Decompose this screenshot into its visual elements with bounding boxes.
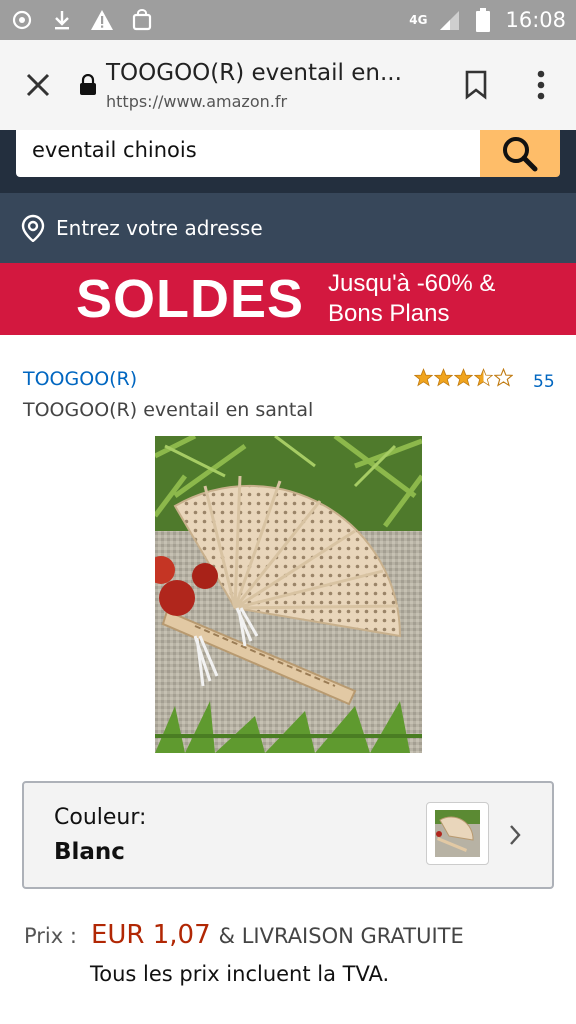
shopping-bag-icon: [130, 8, 154, 32]
bookmark-button[interactable]: [446, 40, 506, 130]
vat-note: Tous les prix incluent la TVA.: [90, 962, 390, 986]
page-url: https://www.amazon.fr: [106, 91, 288, 111]
star-full-icon: [414, 368, 433, 387]
brand-link[interactable]: TOOGOO(R): [23, 368, 137, 390]
browser-toolbar: TOOGOO(R) eventail en... https://www.ama…: [0, 40, 576, 130]
star-half-icon: [474, 368, 493, 387]
page-title: TOOGOO(R) eventail en...: [106, 59, 402, 86]
star-full-icon: [434, 368, 453, 387]
price-row: Prix : EUR 1,07 & LIVRAISON GRATUITE: [24, 920, 464, 950]
network-type: 4G: [409, 12, 428, 27]
banner-subtext: Jusqu'à -60% & Bons Plans: [328, 269, 495, 329]
warning-icon: [90, 8, 114, 32]
sales-banner[interactable]: SOLDES Jusqu'à -60% & Bons Plans: [0, 263, 576, 335]
banner-line-1: Jusqu'à -60% &: [328, 270, 496, 297]
location-pin-icon: [20, 214, 46, 242]
url-block[interactable]: TOOGOO(R) eventail en... https://www.ama…: [104, 60, 446, 111]
star-rating[interactable]: [414, 368, 513, 387]
address-label: Entrez votre adresse: [56, 216, 263, 240]
clock: 16:08: [505, 8, 566, 32]
color-swatch-thumbnail[interactable]: [426, 802, 489, 865]
lock-icon: [76, 40, 100, 130]
color-value: Blanc: [54, 839, 125, 865]
product-title: TOOGOO(R) eventail en santal: [23, 399, 314, 421]
free-shipping-label: & LIVRAISON GRATUITE: [218, 924, 464, 948]
status-bar: 4G 16:08: [0, 0, 576, 40]
review-count[interactable]: 55: [533, 372, 555, 392]
price-label: Prix :: [24, 924, 77, 948]
bookmark-icon: [465, 70, 487, 100]
sync-icon: [10, 8, 34, 32]
download-icon: [50, 8, 74, 32]
more-vert-icon: [537, 70, 545, 100]
color-label: Couleur:: [54, 805, 147, 830]
search-area: eventail chinois: [0, 130, 576, 193]
close-icon: [26, 73, 50, 97]
search-button[interactable]: [480, 130, 560, 177]
price-value: EUR 1,07: [90, 920, 211, 950]
banner-line-2: Bons Plans: [328, 300, 450, 327]
product-image[interactable]: [155, 436, 422, 753]
banner-headline: SOLDES: [76, 269, 305, 329]
signal-icon: [437, 8, 461, 32]
search-input[interactable]: eventail chinois: [16, 130, 480, 177]
overflow-menu-button[interactable]: [506, 40, 576, 130]
search-icon: [503, 136, 538, 171]
battery-icon: [471, 8, 495, 32]
star-full-icon: [454, 368, 473, 387]
close-button[interactable]: [0, 40, 76, 130]
delivery-address-bar[interactable]: Entrez votre adresse: [0, 193, 576, 263]
color-selector[interactable]: Couleur: Blanc: [22, 781, 554, 889]
star-empty-icon: [494, 368, 513, 387]
chevron-right-icon: [510, 825, 521, 845]
